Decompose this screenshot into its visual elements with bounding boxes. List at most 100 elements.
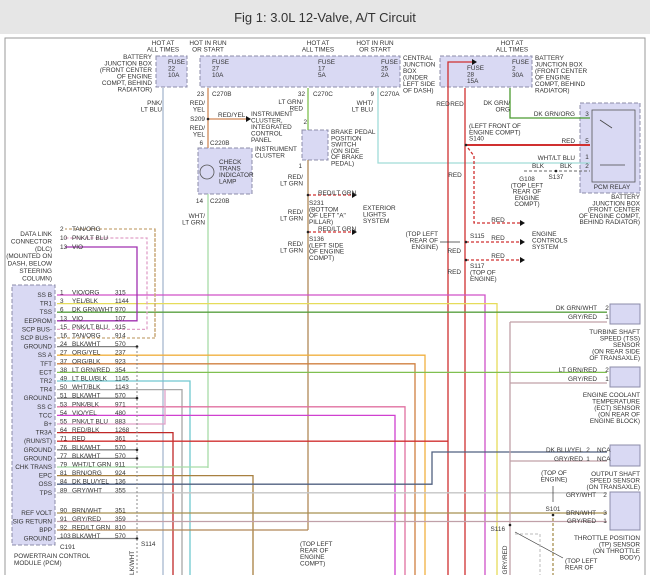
label-w-red-ltgrn-h1: RED/LT GRN	[318, 190, 356, 197]
pcm-circuit-number: 914	[115, 333, 126, 340]
pcm-circuit-number: 924	[115, 470, 126, 477]
pcm-circuit-number: 315	[115, 290, 126, 297]
pcm-wire-color: BRN/WHT	[72, 508, 102, 515]
label-c270b-pin: 23	[197, 91, 205, 98]
pcm-pin-function: EPC	[39, 473, 53, 480]
splice-s117	[464, 258, 468, 262]
label-bpp-pin2: 2	[303, 119, 307, 126]
pcm-pin-function: SS C	[37, 404, 52, 411]
label-fuse2: 30A	[512, 72, 524, 79]
label-w-red-e: RED	[448, 269, 462, 276]
pcm-pin-function: TR1	[40, 301, 53, 308]
label-dlc: COLUMN)	[22, 275, 52, 282]
label-tps-p1: 1	[603, 518, 607, 525]
pcm-circuit-number: 911	[115, 462, 126, 469]
pcm-pin-function: SIG RETURN	[13, 519, 53, 526]
label-tss-w1: GRY/RED	[568, 314, 597, 321]
label-ic: CLUSTER	[255, 153, 285, 160]
label-s231: PILLAR)	[309, 219, 333, 226]
label-w-wht-ltblu: LT BLU	[352, 107, 373, 114]
pcm-pin-function: TCC	[39, 412, 53, 419]
label-c220b-bot: C220B	[210, 198, 230, 205]
dlc-wire-color: PNK/LT BLU	[72, 235, 108, 242]
pcm-wire-color: PNK/LT BLU	[72, 419, 108, 426]
label-w-pnk-ltblu: LT BLU	[141, 107, 162, 114]
pcm-pin-number: 79	[60, 462, 68, 469]
pcm-circuit-number: 1144	[115, 298, 129, 305]
pcm-wire-color: RED/BLK	[72, 427, 100, 434]
label-s101: S101	[546, 506, 561, 513]
label-relay-pin3: 3	[585, 111, 589, 118]
splice-s231	[306, 193, 310, 197]
label-fuse22: 10A	[168, 72, 180, 79]
pcm-pin-number: 92	[60, 525, 68, 532]
pcm-pin-function: TR2	[40, 378, 53, 385]
pcm-pin-number: 84	[60, 479, 68, 486]
label-blk2: BLK	[560, 163, 573, 170]
label-oss-nca1: NCA	[597, 456, 611, 463]
ect-sensor-box	[609, 366, 641, 388]
pcm-pin-number: 103	[60, 533, 71, 540]
label-oss-w2: DK BLU/YEL	[546, 447, 583, 454]
label-bjb-left: RADIATOR)	[117, 87, 152, 94]
label-w-red-ltgrn-3: LT GRN	[280, 248, 303, 255]
splice-s116	[508, 523, 512, 527]
label-ect-p2: 2	[605, 367, 609, 374]
label-ec-red2: RED	[491, 235, 505, 242]
label-hot3: ALL TIMES	[302, 47, 334, 54]
label-ect: ENGINE BLOCK)	[590, 418, 640, 425]
dlc-wire-color: VIO	[72, 244, 83, 251]
pcm-wire-color: BLK/WHT	[72, 393, 101, 400]
splice-s115	[464, 240, 468, 244]
pcm-circuit-number: 359	[115, 516, 126, 523]
pcm-pin-number: 27	[60, 350, 68, 357]
label-w-red-ltgrn-2: LT GRN	[280, 216, 303, 223]
pcm-pin-number: 76	[60, 444, 68, 451]
label-w-red-b: RED	[450, 101, 464, 108]
pcm-wire-color: RED/LT GRN	[72, 525, 110, 532]
label-s137: S137	[549, 174, 564, 181]
label-c220b-top-pin: 6	[199, 140, 203, 147]
splice-s136	[306, 230, 310, 234]
label-s140: S140	[469, 136, 484, 143]
pcm-circuit-number: 351	[115, 508, 126, 515]
label-oss-p1: 1	[586, 456, 590, 463]
pcm-circuit-number: 970	[115, 307, 126, 314]
pcm-wire-color: VIO/ORG	[72, 290, 99, 297]
pcm-pin-number: 1	[60, 290, 64, 297]
pcm-pin-function: GROUND	[24, 447, 53, 454]
pcm-pin-function: REF VOLT	[21, 510, 52, 517]
pcm-pin-function: B+	[44, 421, 52, 428]
pcm-pin-function: (RUN/ST)	[24, 438, 52, 445]
label-central-jb: OF DASH)	[403, 88, 434, 95]
label-s115: S115	[470, 233, 485, 240]
label-ic-icp: PANEL	[251, 137, 272, 144]
label-ect-w2: LT GRN/RED	[559, 367, 597, 374]
pcm-pin-number: 13	[60, 315, 68, 322]
pcm-pin-function: SCP BUS-	[22, 326, 52, 333]
pcm-pin-number: 50	[60, 384, 68, 391]
label-w-red-yel-h: RED/YEL	[218, 112, 246, 119]
label-s136: COMPT)	[309, 255, 334, 262]
label-c270a: C270A	[380, 91, 400, 98]
pcm-wire-color: PNK/LT BLU	[72, 324, 108, 331]
pcm-circuit-number: 136	[115, 479, 126, 486]
pcm-pin-function: TSS	[40, 309, 52, 316]
label-tss: OF TRANSAXLE)	[589, 355, 640, 362]
label-tps-w3: BRN/WHT	[566, 510, 596, 517]
pcm-pin-function: GROUND	[24, 536, 53, 543]
pcm-circuit-number: 361	[115, 436, 126, 443]
vertical-label-blk-wht: BLK/WHT	[129, 551, 136, 575]
pcm-pin-function: CHK TRANS	[15, 464, 52, 471]
label-dlc: DASH, BELOW	[8, 261, 53, 268]
label-w-red-a: RED	[436, 101, 450, 108]
label-relay-dkgrn: DK GRN/ORG	[534, 111, 575, 118]
label-hot4: OR START	[359, 47, 391, 54]
tps-sensor-box	[609, 491, 641, 531]
splice-s101	[551, 513, 555, 517]
pcm-circuit-number: 1143	[115, 384, 129, 391]
pcm-wire-color: TAN/ORG	[72, 333, 101, 340]
pcm-pin-function: OSS	[39, 481, 53, 488]
dlc-pin: 13	[60, 244, 68, 251]
pcm-pin-number: 51	[60, 393, 68, 400]
